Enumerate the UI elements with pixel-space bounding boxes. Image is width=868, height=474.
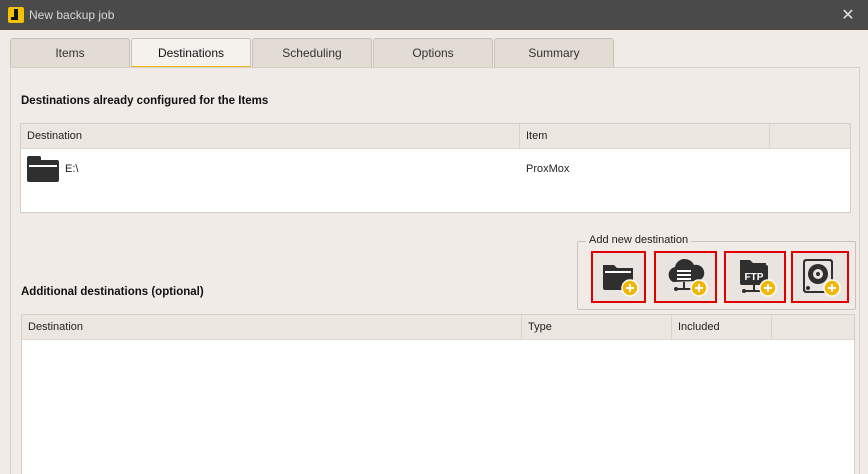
- column-header-type[interactable]: Type: [522, 315, 672, 340]
- column-header-item[interactable]: Item: [520, 124, 770, 149]
- column-header-extra: [770, 124, 850, 149]
- tab-items[interactable]: Items: [10, 38, 130, 67]
- configured-section-title: Destinations already configured for the …: [21, 95, 269, 107]
- add-cloud-destination-button[interactable]: [654, 251, 717, 303]
- folder-plus-icon: [602, 265, 639, 297]
- folder-icon: [27, 156, 59, 182]
- tab-scheduling-label: Scheduling: [282, 46, 342, 60]
- destination-path: E:\: [65, 163, 79, 175]
- cloud-plus-icon: [668, 258, 708, 297]
- column-header-destination[interactable]: Destination: [22, 315, 522, 340]
- add-local-folder-destination-button[interactable]: [591, 251, 646, 303]
- table-row[interactable]: E:\ ProxMox: [21, 149, 850, 189]
- close-icon: ✕: [841, 7, 855, 24]
- disk-plus-icon: [803, 259, 841, 297]
- additional-section-title: Additional destinations (optional): [21, 286, 204, 298]
- item-cell: ProxMox: [520, 163, 770, 175]
- tab-options[interactable]: Options: [373, 38, 493, 67]
- tab-summary[interactable]: Summary: [494, 38, 614, 67]
- app-logo-icon: [8, 7, 24, 23]
- configured-destinations-table: Destination Item E:\ ProxMox: [20, 123, 851, 213]
- tab-items-label: Items: [55, 46, 85, 60]
- title-bar: New backup job ✕: [0, 0, 868, 30]
- add-ftp-destination-button[interactable]: FTP: [724, 251, 786, 303]
- ftp-icon-text: FTP: [745, 272, 764, 283]
- tab-scheduling[interactable]: Scheduling: [252, 38, 372, 67]
- tab-strip: Items Destinations Scheduling Options Su…: [10, 38, 615, 68]
- tab-destinations[interactable]: Destinations: [131, 38, 251, 68]
- add-new-destination-label: Add new destination: [586, 234, 692, 246]
- destinations-panel: Destinations already configured for the …: [10, 67, 860, 474]
- column-header-included[interactable]: Included: [672, 315, 772, 340]
- close-button[interactable]: ✕: [828, 0, 868, 30]
- column-header-destination[interactable]: Destination: [21, 124, 520, 149]
- destination-cell: E:\: [21, 156, 520, 182]
- column-header-extra: [772, 315, 854, 340]
- window-title: New backup job: [29, 8, 115, 22]
- item-name: ProxMox: [526, 163, 570, 175]
- tab-options-label: Options: [412, 46, 454, 60]
- add-disk-destination-button[interactable]: [791, 251, 849, 303]
- ftp-plus-icon: FTP: [740, 260, 777, 297]
- configured-table-header: Destination Item: [21, 124, 850, 149]
- tab-summary-label: Summary: [528, 46, 580, 60]
- additional-table-header: Destination Type Included: [22, 315, 854, 340]
- tab-destinations-label: Destinations: [157, 45, 225, 60]
- additional-destinations-table: Destination Type Included: [21, 314, 855, 474]
